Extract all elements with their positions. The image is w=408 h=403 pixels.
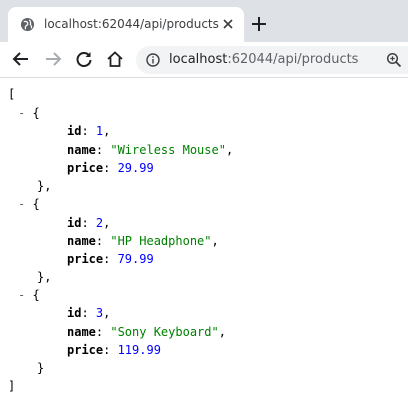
json-field-price: price: 79.99 — [67, 252, 154, 266]
reload-icon[interactable] — [75, 50, 93, 68]
back-arrow-icon[interactable] — [12, 50, 30, 68]
close-icon[interactable] — [220, 16, 236, 32]
zoom-icon[interactable] — [386, 52, 402, 68]
collapse-toggle[interactable]: - — [18, 106, 25, 120]
browser-toolbar: localhost:62044/api/products — [0, 42, 408, 78]
json-object-open: - { — [18, 288, 40, 302]
info-icon[interactable] — [146, 53, 160, 67]
json-viewer: [ - { id: 1, name: "Wireless Mouse", pri… — [0, 78, 408, 403]
key-price: price — [67, 161, 104, 175]
forward-arrow-icon[interactable] — [44, 50, 62, 68]
value-price: 79.99 — [117, 252, 154, 266]
url-host: localhost — [169, 52, 228, 67]
value-name: "Wireless Mouse" — [110, 143, 226, 157]
value-price: 29.99 — [117, 161, 154, 175]
value-id: 3 — [95, 306, 104, 320]
url-text[interactable]: localhost:62044/api/products — [169, 52, 358, 67]
json-field-id: id: 1, — [67, 124, 111, 138]
key-id: id — [67, 306, 82, 320]
json-field-name: name: "HP Headphone", — [67, 234, 219, 248]
json-field-id: id: 3, — [67, 306, 111, 320]
key-price: price — [67, 252, 104, 266]
key-id: id — [67, 216, 82, 230]
collapse-toggle[interactable]: - — [18, 288, 25, 302]
value-id: 1 — [95, 124, 104, 138]
value-price: 119.99 — [117, 343, 161, 357]
value-name: "Sony Keyboard" — [110, 325, 219, 339]
json-object-close: }, — [37, 270, 52, 284]
tab-title: localhost:62044/api/products — [44, 17, 219, 31]
tab-strip: localhost:62044/api/products — [0, 0, 408, 42]
json-object-open: - { — [18, 197, 40, 211]
json-field-price: price: 119.99 — [67, 343, 161, 357]
array-close-bracket: ] — [8, 379, 16, 393]
address-bar[interactable]: localhost:62044/api/products — [136, 46, 408, 74]
key-price: price — [67, 343, 104, 357]
collapse-toggle[interactable]: - — [18, 197, 25, 211]
new-tab-icon[interactable] — [250, 15, 268, 33]
array-open-bracket: [ — [8, 87, 16, 101]
value-id: 2 — [95, 216, 104, 230]
key-name: name — [67, 234, 96, 248]
browser-tab[interactable]: localhost:62044/api/products — [8, 7, 244, 42]
key-id: id — [67, 124, 82, 138]
json-field-price: price: 29.99 — [67, 161, 154, 175]
key-name: name — [67, 143, 96, 157]
url-path: :62044/api/products — [227, 52, 359, 67]
json-field-id: id: 2, — [67, 216, 111, 230]
json-object-close: } — [37, 361, 45, 375]
key-name: name — [67, 325, 96, 339]
home-icon[interactable] — [106, 50, 124, 68]
json-field-name: name: "Wireless Mouse", — [67, 143, 234, 157]
json-field-name: name: "Sony Keyboard", — [67, 325, 226, 339]
value-name: "HP Headphone" — [110, 234, 212, 248]
json-object-close: }, — [37, 179, 52, 193]
globe-icon — [20, 17, 35, 32]
json-object-open: - { — [18, 106, 40, 120]
